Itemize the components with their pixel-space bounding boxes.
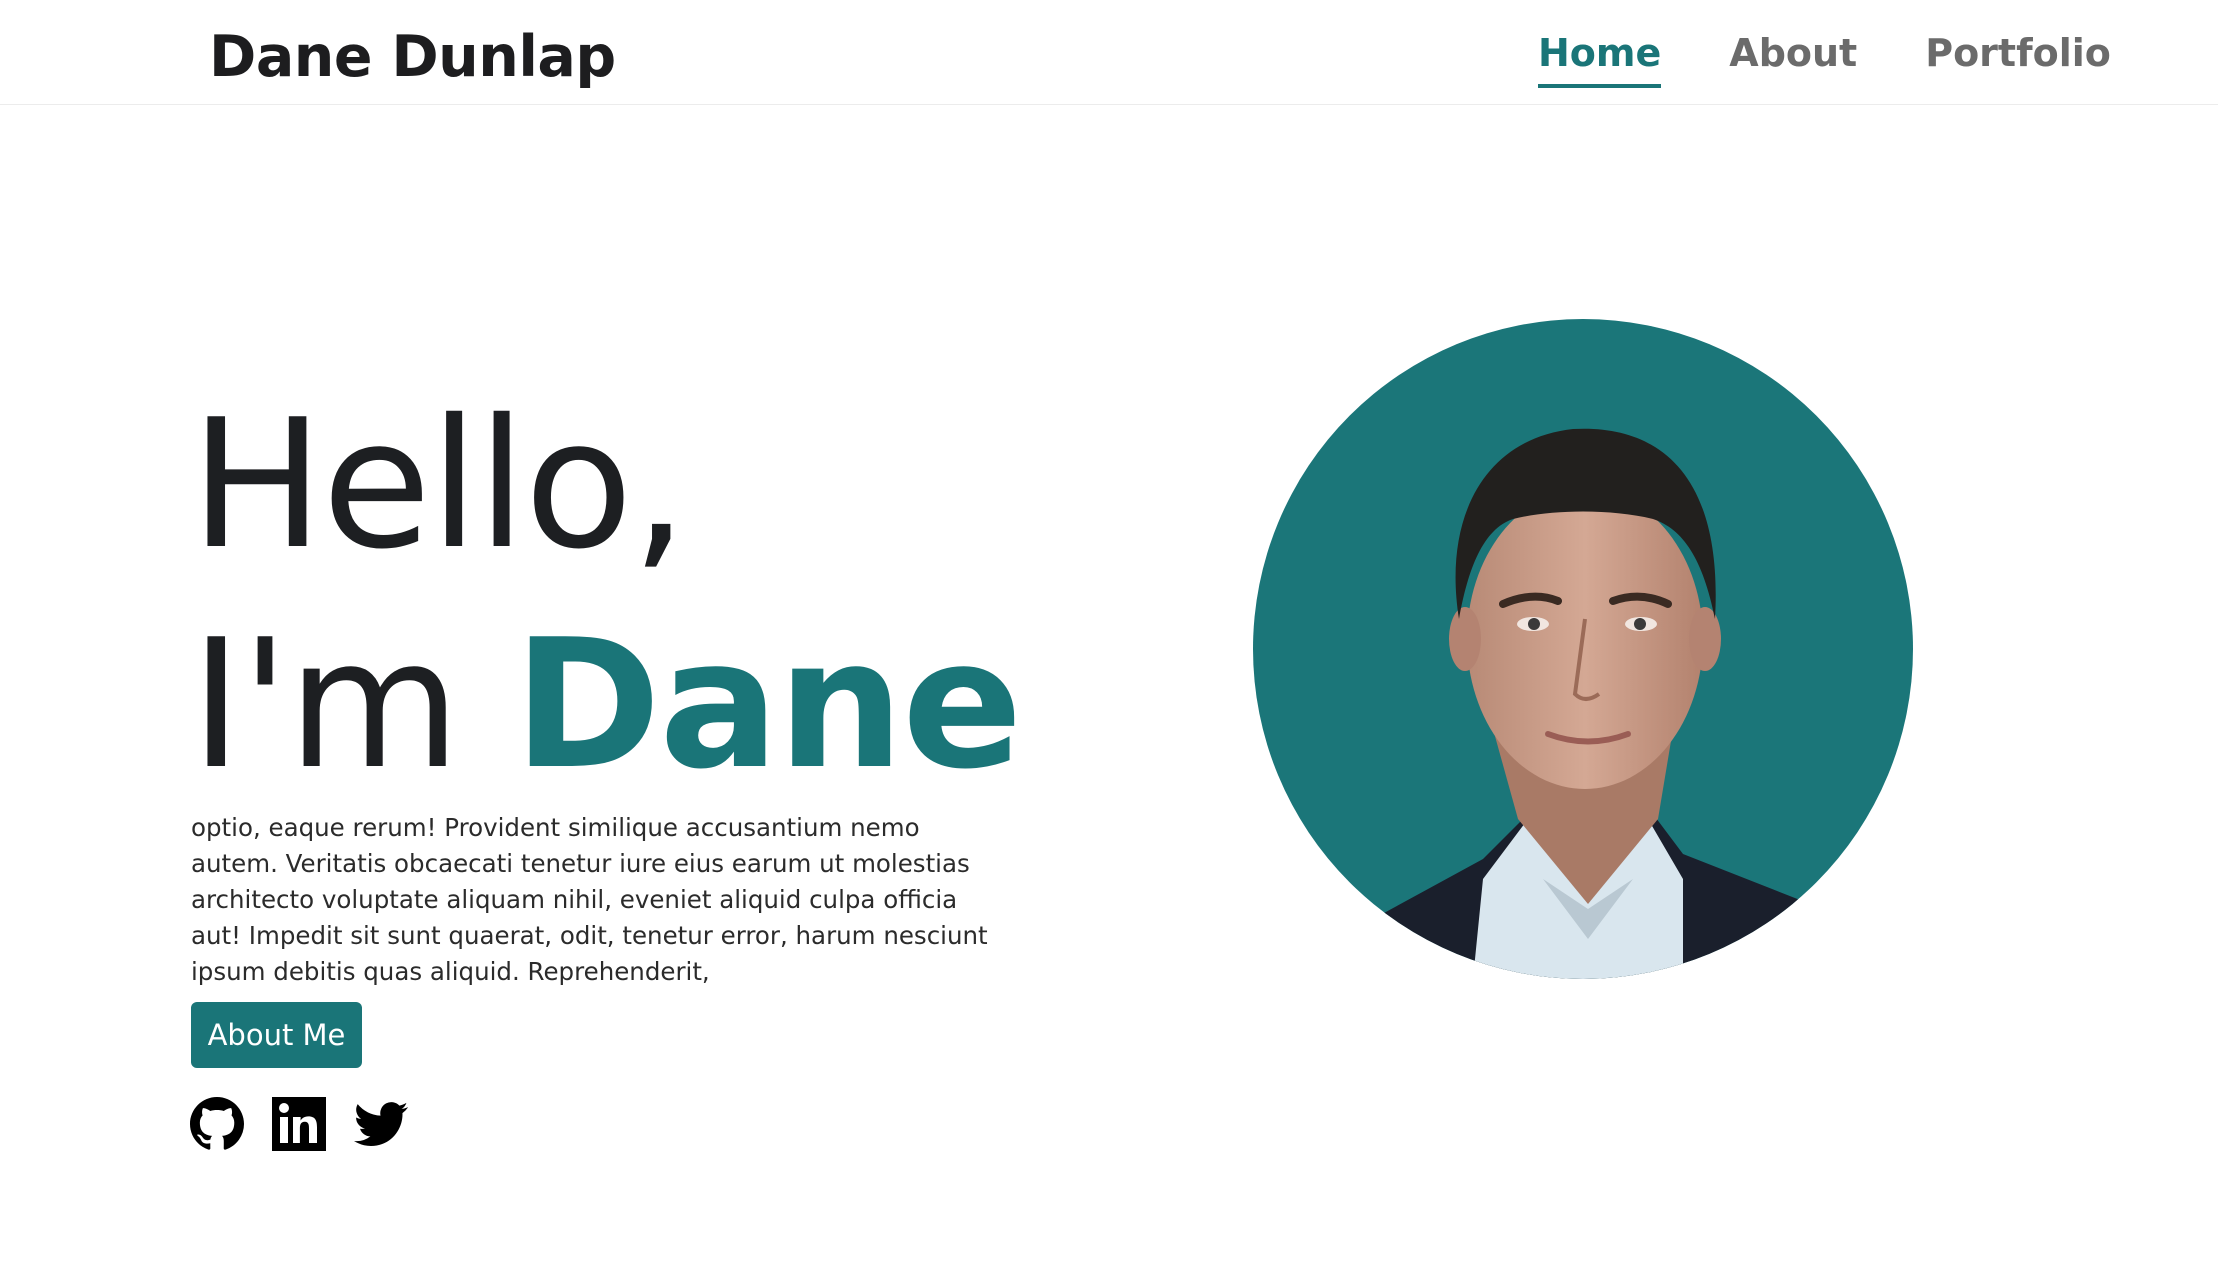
- hero-intro-prefix: I'm: [190, 601, 461, 808]
- hero-heading: Hello, I'm Dane: [190, 375, 1023, 815]
- navbar: Dane Dunlap Home About Portfolio: [0, 0, 2218, 105]
- nav-link-about[interactable]: About: [1729, 28, 1857, 88]
- hero-name: Dane: [513, 601, 1022, 808]
- brand-logo[interactable]: Dane Dunlap: [209, 22, 616, 92]
- nav-link-home[interactable]: Home: [1538, 28, 1662, 88]
- github-icon[interactable]: [190, 1097, 244, 1151]
- social-links: [190, 1097, 408, 1151]
- hero-intro-line: I'm Dane: [190, 595, 1023, 815]
- nav-link-portfolio[interactable]: Portfolio: [1925, 28, 2111, 88]
- twitter-icon[interactable]: [354, 1097, 408, 1151]
- profile-photo: [1253, 319, 1913, 979]
- about-me-button[interactable]: About Me: [191, 1002, 362, 1068]
- hero-greeting: Hello,: [190, 381, 688, 588]
- linkedin-icon[interactable]: [272, 1097, 326, 1151]
- nav-links: Home About Portfolio: [1538, 28, 2111, 88]
- hero-description: optio, eaque rerum! Provident similique …: [191, 813, 988, 986]
